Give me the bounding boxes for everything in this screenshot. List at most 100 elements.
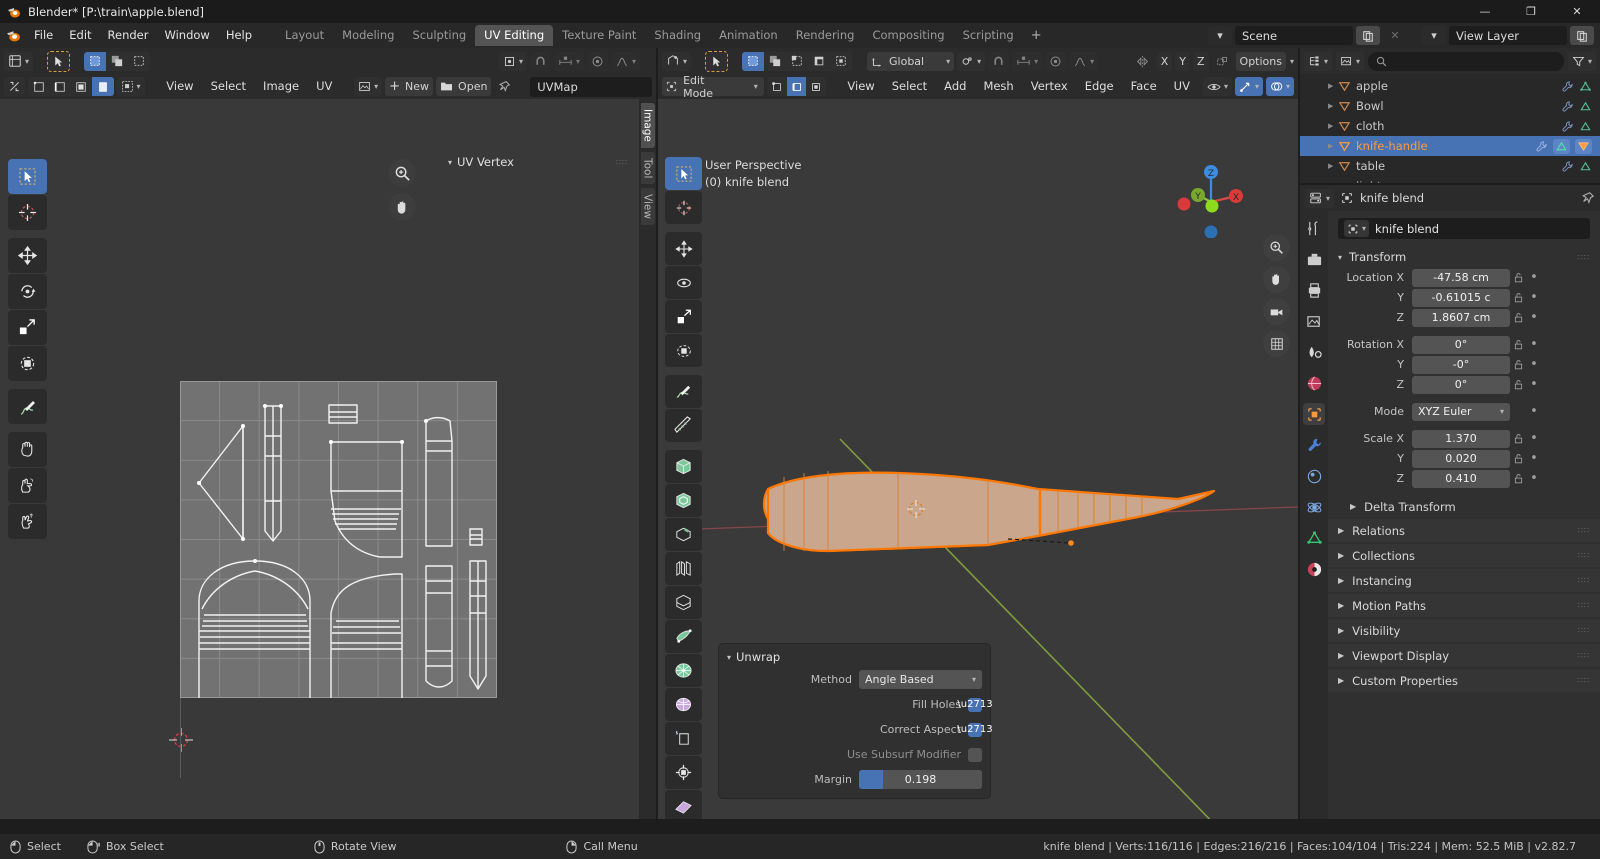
outliner-row-apple[interactable]: ▶ apple [1300,76,1600,96]
animate-dot-icon[interactable]: • [1527,432,1541,445]
uv-editor-canvas[interactable]: ▾ UV Vertex ∷∷ [0,99,656,819]
unwrap-method-dropdown[interactable]: Angle Based ▾ [859,670,982,689]
viewport-snap-magnet-icon[interactable] [988,51,1010,71]
menu-help[interactable]: Help [218,26,260,45]
outliner-search-input[interactable] [1368,51,1564,71]
viewport-menu-uv[interactable]: UV [1167,77,1197,96]
location-x-field[interactable]: -47.58 cm [1412,268,1510,287]
vp-tool-loop-cut[interactable] [665,586,702,619]
viewport-overlays-toggle-icon[interactable]: ▾ [1265,77,1294,96]
uv-tool-cursor[interactable] [8,195,47,230]
margin-slider[interactable]: 0.198 [859,770,982,789]
animate-dot-icon[interactable]: • [1527,378,1541,391]
select-extend-icon[interactable] [764,51,787,71]
workspace-tab-scripting[interactable]: Scripting [954,25,1023,46]
uv-snap-target-button[interactable]: ▾ [553,51,584,71]
select-set-icon[interactable] [84,51,107,71]
vp-tool-smooth[interactable] [665,722,702,755]
mirror-icon[interactable] [1131,52,1154,71]
section-viewport-display[interactable]: ▶ Viewport Display ∷∷ [1328,644,1600,667]
viewport-falloff-icon[interactable]: ▾ [1069,51,1099,71]
uv-island-select-icon[interactable] [92,77,114,96]
vp-tool-shrink-fatten[interactable] [665,790,702,819]
workspace-tab-modeling[interactable]: Modeling [333,25,403,46]
lock-icon[interactable] [1510,379,1527,390]
mesh-select-mode-group[interactable] [766,77,827,96]
object-data-badge[interactable] [1575,138,1592,154]
vp-tool-tweak[interactable] [665,157,702,190]
vp-tool-transform[interactable] [665,334,702,367]
select-invert-icon[interactable] [808,51,831,71]
menu-window[interactable]: Window [156,26,217,45]
expand-icon[interactable]: ▶ [1328,162,1333,170]
workspace-tab-animation[interactable]: Animation [710,25,787,46]
browse-image-icon[interactable]: ▾ [354,77,383,96]
viewport-editor-type-button[interactable]: ▾ [662,51,692,71]
mirror-uv-icon[interactable] [1212,52,1233,71]
new-scene-button[interactable] [1356,26,1380,45]
prop-tab-view-layer[interactable] [1303,310,1325,332]
expand-icon[interactable]: ▶ [1328,122,1333,130]
uv-menu-view[interactable]: View [159,77,200,96]
section-collections[interactable]: ▶ Collections ∷∷ [1328,544,1600,567]
uv-tool-pinch[interactable] [8,504,47,539]
mesh-edge-select-icon[interactable] [786,77,807,96]
uv-map-name-field[interactable]: UVMap [530,76,653,97]
delta-transform-section[interactable]: ▶ Delta Transform [1328,496,1600,517]
uv-editor-type-button[interactable]: ▾ [4,51,34,71]
viewport-axis-gizmo[interactable]: X Y Z [1166,154,1250,238]
outliner-editor-type-button[interactable]: ▾ [1304,51,1333,71]
uv-vertex-select-icon[interactable] [28,77,50,96]
uv-rail-tab-view[interactable]: View [640,188,655,226]
uv-pivot-point-button[interactable]: ▾ [498,51,527,71]
vp-tool-edge-slide[interactable] [665,756,702,789]
outliner-row-bowl[interactable]: ▶ Bowl [1300,96,1600,116]
object-type-icon[interactable]: ▾ [1344,220,1370,237]
open-image-button[interactable]: Open [436,77,492,96]
workspace-tab-shading[interactable]: Shading [645,25,710,46]
grid-icon[interactable] [1263,330,1290,357]
uv-tool-annotate[interactable] [8,389,47,424]
new-image-button[interactable]: + New [385,77,434,96]
vp-tool-rotate[interactable] [665,266,702,299]
animate-dot-icon[interactable]: • [1527,338,1541,351]
mirror-x-button[interactable]: X [1156,51,1173,71]
animate-dot-icon[interactable]: • [1527,405,1541,418]
select-set-icon[interactable] [742,51,765,71]
viewport-menu-mesh[interactable]: Mesh [976,77,1020,96]
vp-tool-scale[interactable] [665,300,702,333]
outliner-row-knife-handle[interactable]: ▶ knife-handle [1300,136,1600,156]
animate-dot-icon[interactable]: • [1527,311,1541,324]
uv-select-mode-toggles[interactable] [28,77,114,96]
section-instancing[interactable]: ▶ Instancing ∷∷ [1328,569,1600,592]
minimize-button[interactable]: — [1462,0,1508,23]
unlink-scene-button[interactable]: ✕ [1383,26,1407,45]
rotation-z-field[interactable]: 0° [1412,375,1510,394]
animate-dot-icon[interactable]: • [1527,452,1541,465]
uv-rail-tab-tool[interactable]: Tool [640,151,655,185]
lock-icon[interactable] [1510,312,1527,323]
view-layer-name-field[interactable]: View Layer [1449,26,1567,45]
location-z-field[interactable]: 1.8607 cm [1412,308,1510,327]
prop-tab-world[interactable] [1303,372,1325,394]
prop-tab-material[interactable] [1303,558,1325,580]
scale-y-field[interactable]: 0.020 [1412,449,1510,468]
prop-tab-object[interactable] [1303,403,1325,425]
uv-tool-move[interactable] [8,238,47,273]
vp-tool-bevel[interactable] [665,552,702,585]
camera-icon[interactable] [1263,298,1290,325]
transform-section-header[interactable]: ▾ Transform ∷∷ [1328,247,1600,267]
new-view-layer-button[interactable] [1570,26,1594,45]
viewport-proportional-edit-icon[interactable] [1045,51,1067,71]
expand-icon[interactable]: ▶ [1328,102,1333,110]
prop-tab-render[interactable] [1303,248,1325,270]
viewport-menu-edge[interactable]: Edge [1078,77,1121,96]
section-custom-properties[interactable]: ▶ Custom Properties ∷∷ [1328,669,1600,692]
animate-dot-icon[interactable]: • [1527,291,1541,304]
pin-image-icon[interactable] [494,77,515,96]
animate-dot-icon[interactable]: • [1527,271,1541,284]
outliner-tree[interactable]: ▶ apple ▶ Bowl ▶ cloth ▶ knife-handle ▶ … [1300,74,1600,183]
animate-dot-icon[interactable]: • [1527,358,1541,371]
section-relations[interactable]: ▶ Relations ∷∷ [1328,519,1600,542]
scene-name-field[interactable]: Scene [1235,26,1353,45]
